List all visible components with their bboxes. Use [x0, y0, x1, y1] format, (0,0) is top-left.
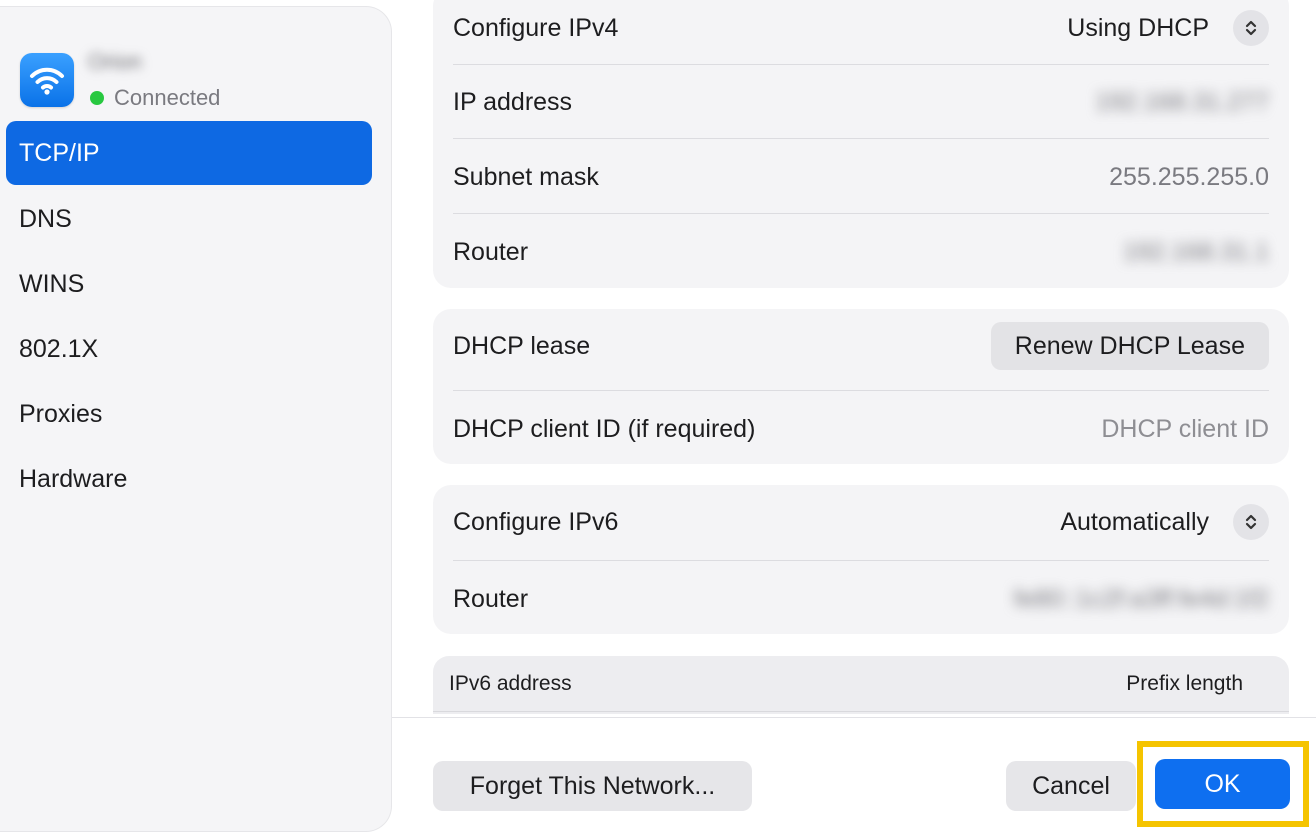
column-prefix-length[interactable]: Prefix length	[1126, 672, 1243, 696]
router-ipv4-row: Router 192.168.31.1	[453, 230, 1269, 274]
cancel-button[interactable]: Cancel	[1006, 761, 1136, 811]
configure-ipv4-popup[interactable]: Using DHCP	[1067, 10, 1269, 46]
connection-status: Connected	[90, 85, 220, 111]
sidebar-item-wins[interactable]: WINS	[6, 252, 372, 316]
wifi-icon	[20, 53, 74, 107]
configure-ipv6-label: Configure IPv6	[453, 507, 619, 536]
dhcp-lease-row: DHCP lease Renew DHCP Lease	[453, 321, 1269, 371]
subnet-mask-label: Subnet mask	[453, 162, 599, 191]
chevron-updown-icon	[1233, 504, 1269, 540]
sidebar-item-tcpip[interactable]: TCP/IP	[6, 121, 372, 185]
sidebar-item-hardware[interactable]: Hardware	[6, 447, 372, 511]
divider	[453, 64, 1269, 65]
status-dot-icon	[90, 91, 104, 105]
column-ipv6-address[interactable]: IPv6 address	[449, 672, 572, 696]
chevron-updown-icon	[1233, 10, 1269, 46]
sidebar-item-dns[interactable]: DNS	[6, 187, 372, 251]
ok-highlight-box	[1137, 741, 1309, 827]
router-ipv6-label: Router	[453, 584, 529, 613]
divider	[453, 213, 1269, 214]
router-label: Router	[453, 237, 529, 266]
router-ipv6-value: fe80::1c2f:a3ff:fe4d:1f2	[1013, 584, 1269, 613]
dhcp-client-id-label: DHCP client ID (if required)	[453, 414, 756, 443]
sidebar-item-8021x[interactable]: 802.1X	[6, 317, 372, 381]
dhcp-client-id-row: DHCP client ID (if required) DHCP client…	[453, 407, 1269, 451]
network-name: Orion	[88, 49, 142, 74]
router-ipv6-row: Router fe80::1c2f:a3ff:fe4d:1f2	[453, 577, 1269, 621]
subnet-mask-row: Subnet mask 255.255.255.0	[453, 155, 1269, 199]
dhcp-client-id-field[interactable]: DHCP client ID	[1101, 415, 1269, 444]
sidebar-item-proxies[interactable]: Proxies	[6, 382, 372, 446]
network-header: Orion Connected	[20, 47, 360, 113]
configure-ipv4-label: Configure IPv4	[453, 13, 619, 42]
status-text: Connected	[114, 85, 221, 110]
ip-address-row: IP address 192.168.31.277	[453, 80, 1269, 124]
router-value: 192.168.31.1	[1123, 237, 1269, 266]
ip-address-label: IP address	[453, 87, 573, 116]
divider	[453, 560, 1269, 561]
renew-dhcp-lease-button[interactable]: Renew DHCP Lease	[990, 322, 1269, 370]
forget-network-button[interactable]: Forget This Network...	[433, 761, 752, 811]
ipv6-address-table-header: IPv6 address Prefix length	[433, 656, 1289, 714]
configure-ipv4-value: Using DHCP	[1067, 13, 1209, 42]
sidebar: Orion Connected TCP/IP DNS WINS 802.1X P…	[0, 6, 392, 832]
subnet-mask-value: 255.255.255.0	[1109, 162, 1269, 191]
ip-address-value: 192.168.31.277	[1095, 87, 1269, 116]
ipv4-card: Configure IPv4 Using DHCP IP address 192…	[433, 0, 1289, 288]
divider	[453, 390, 1269, 391]
ipv6-card: Configure IPv6 Automatically Router fe80…	[433, 485, 1289, 634]
dhcp-card: DHCP lease Renew DHCP Lease DHCP client …	[433, 309, 1289, 464]
configure-ipv6-popup[interactable]: Automatically	[1060, 504, 1269, 540]
configure-ipv4-row: Configure IPv4 Using DHCP	[453, 6, 1269, 50]
divider	[433, 711, 1289, 712]
divider	[453, 138, 1269, 139]
dhcp-lease-label: DHCP lease	[453, 331, 591, 360]
configure-ipv6-value: Automatically	[1060, 507, 1209, 536]
configure-ipv6-row: Configure IPv6 Automatically	[453, 500, 1269, 544]
